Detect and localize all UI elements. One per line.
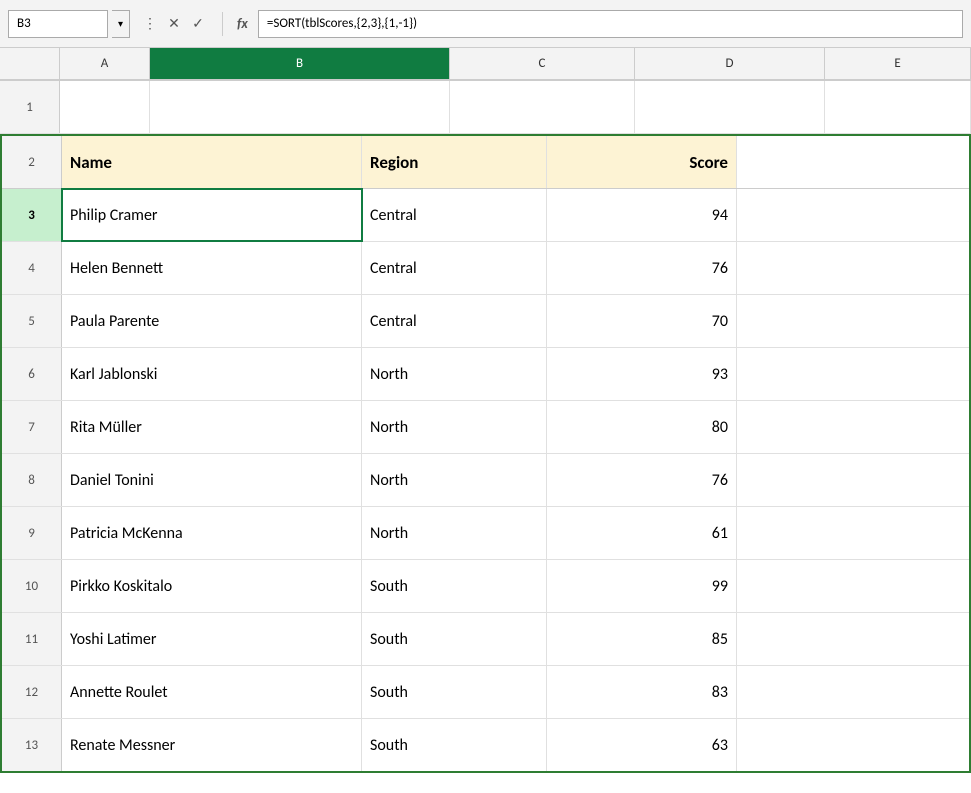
cell-d4[interactable]: 76: [547, 242, 737, 294]
cell-c9[interactable]: North: [362, 507, 547, 559]
cancel-icon[interactable]: ✕: [164, 14, 184, 34]
cell-c8[interactable]: North: [362, 454, 547, 506]
row-number: 11: [2, 613, 62, 665]
table-row: 1: [0, 81, 971, 134]
cell-b6[interactable]: Karl Jablonski: [62, 348, 362, 400]
cell-b8[interactable]: Daniel Tonini: [62, 454, 362, 506]
col-header-a[interactable]: A: [60, 48, 150, 80]
table-row: 4 Helen Bennett Central 76: [2, 242, 969, 295]
table-row: 8 Daniel Tonini North 76: [2, 454, 969, 507]
table-row: 3 Philip Cramer Central 94: [2, 189, 969, 242]
formula-bar: B3 ▾ ⋮ ✕ ✓ fx: [0, 0, 971, 48]
confirm-icon[interactable]: ✓: [188, 14, 208, 34]
table-row: 10 Pirkko Koskitalo South 99: [2, 560, 969, 613]
cell-d12[interactable]: 83: [547, 666, 737, 718]
table-row: 7 Rita Müller North 80: [2, 401, 969, 454]
cell-c12[interactable]: South: [362, 666, 547, 718]
row-number: 6: [2, 348, 62, 400]
row-number: 1: [0, 81, 60, 133]
column-headers: A B C D E: [0, 48, 971, 81]
cell-c5[interactable]: Central: [362, 295, 547, 347]
cell-c3[interactable]: Central: [362, 189, 547, 241]
more-options-icon[interactable]: ⋮: [140, 14, 160, 34]
cell-ref-label: B3: [17, 16, 31, 31]
row-number: 12: [2, 666, 62, 718]
table-row: 9 Patricia McKenna North 61: [2, 507, 969, 560]
cell-b12[interactable]: Annette Roulet: [62, 666, 362, 718]
cell-d11[interactable]: 85: [547, 613, 737, 665]
cell-c6[interactable]: North: [362, 348, 547, 400]
cell-d8[interactable]: 76: [547, 454, 737, 506]
cell-c4[interactable]: Central: [362, 242, 547, 294]
cell-b3[interactable]: Philip Cramer: [62, 189, 362, 241]
row-number: 5: [2, 295, 62, 347]
table-row: 12 Annette Roulet South 83: [2, 666, 969, 719]
cell-b7[interactable]: Rita Müller: [62, 401, 362, 453]
cell-c11[interactable]: South: [362, 613, 547, 665]
cell-b9[interactable]: Patricia McKenna: [62, 507, 362, 559]
cell-a1[interactable]: [60, 81, 150, 133]
row-number: 4: [2, 242, 62, 294]
cell-d10[interactable]: 99: [547, 560, 737, 612]
cell-b10[interactable]: Pirkko Koskitalo: [62, 560, 362, 612]
cell-reference-box[interactable]: B3: [8, 10, 108, 38]
row-number: 8: [2, 454, 62, 506]
cell-b13[interactable]: Renate Messner: [62, 719, 362, 771]
cell-c2-region-header[interactable]: Region: [362, 136, 547, 188]
col-header-d[interactable]: D: [635, 48, 825, 80]
cell-b5[interactable]: Paula Parente: [62, 295, 362, 347]
col-header-c[interactable]: C: [450, 48, 635, 80]
row-number: 3: [2, 189, 62, 241]
row-number: 2: [2, 136, 62, 188]
formula-bar-separator: [222, 12, 223, 36]
col-header-e[interactable]: E: [825, 48, 971, 80]
formula-bar-icons: ⋮ ✕ ✓: [134, 14, 214, 34]
cell-b4[interactable]: Helen Bennett: [62, 242, 362, 294]
cell-e1[interactable]: [825, 81, 971, 133]
row-number: 13: [2, 719, 62, 771]
cell-ref-dropdown[interactable]: ▾: [112, 10, 130, 38]
row-number: 7: [2, 401, 62, 453]
cell-d3[interactable]: 94: [547, 189, 737, 241]
row-number: 10: [2, 560, 62, 612]
data-table: 2 Name Region Score 3 Philip Cramer Cent…: [0, 134, 971, 773]
col-header-b[interactable]: B: [150, 48, 450, 80]
table-row: 5 Paula Parente Central 70: [2, 295, 969, 348]
cell-d5[interactable]: 70: [547, 295, 737, 347]
cell-c10[interactable]: South: [362, 560, 547, 612]
cell-b2-name-header[interactable]: Name: [62, 136, 362, 188]
cell-d6[interactable]: 93: [547, 348, 737, 400]
cell-d1[interactable]: [635, 81, 825, 133]
table-row: 11 Yoshi Latimer South 85: [2, 613, 969, 666]
cell-c1[interactable]: [450, 81, 635, 133]
row-number: 9: [2, 507, 62, 559]
spreadsheet: A B C D E 1 2 Name Region Score 3 Philip…: [0, 48, 971, 773]
row-num-header-corner: [0, 48, 60, 80]
cell-d9[interactable]: 61: [547, 507, 737, 559]
table-row: 13 Renate Messner South 63: [2, 719, 969, 771]
cell-d7[interactable]: 80: [547, 401, 737, 453]
formula-input[interactable]: [258, 10, 963, 38]
fx-label: fx: [231, 15, 254, 32]
cell-c7[interactable]: North: [362, 401, 547, 453]
cell-d13[interactable]: 63: [547, 719, 737, 771]
cell-c13[interactable]: South: [362, 719, 547, 771]
table-row: 2 Name Region Score: [2, 136, 969, 189]
cell-d2-score-header[interactable]: Score: [547, 136, 737, 188]
table-row: 6 Karl Jablonski North 93: [2, 348, 969, 401]
cell-b11[interactable]: Yoshi Latimer: [62, 613, 362, 665]
cell-b1[interactable]: [150, 81, 450, 133]
